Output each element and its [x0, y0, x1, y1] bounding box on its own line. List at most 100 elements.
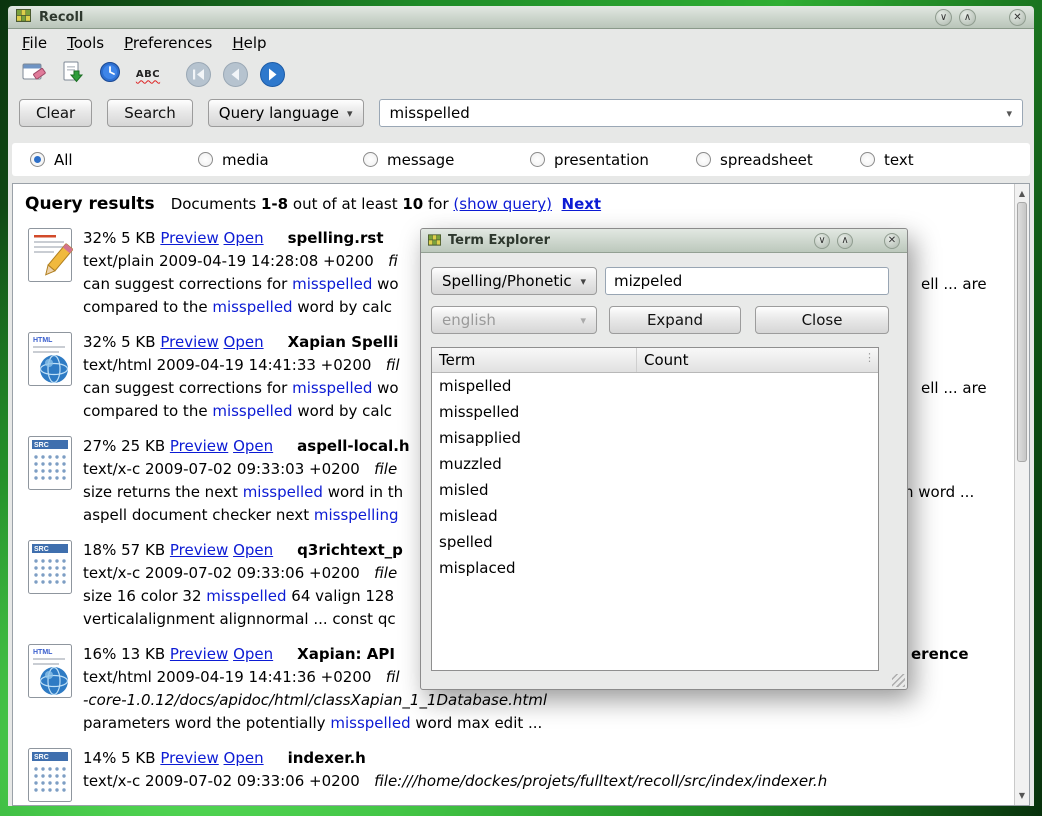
term-row[interactable]: misspelled	[432, 399, 878, 425]
preview-link[interactable]: Preview	[170, 541, 228, 559]
dialog-controls: ∨ ∧ ✕	[814, 233, 900, 249]
search-button[interactable]: Search	[107, 99, 193, 127]
term-column-header[interactable]: Term	[432, 348, 637, 372]
expand-button[interactable]: Expand	[609, 306, 741, 334]
count-cell	[637, 399, 878, 425]
term-input[interactable]: mizpeled	[605, 267, 889, 295]
document-green-arrow-icon	[60, 60, 84, 88]
filter-radio-text[interactable]: text	[860, 143, 914, 176]
preview-link[interactable]: Preview	[170, 645, 228, 663]
snippet-text: word by calc	[293, 298, 392, 316]
scroll-up-button[interactable]: ▲	[1015, 186, 1029, 201]
src-doc-icon: SRC	[25, 435, 83, 527]
open-link[interactable]: Open	[233, 645, 273, 663]
preview-link[interactable]: Preview	[160, 333, 218, 351]
dialog-close-button[interactable]: Close	[755, 306, 889, 334]
open-link[interactable]: Open	[224, 749, 264, 767]
open-link[interactable]: Open	[233, 437, 273, 455]
results-scrollbar[interactable]: ▲ ▼	[1014, 184, 1029, 805]
svg-text:SRC: SRC	[34, 546, 49, 553]
prev-page-button[interactable]	[221, 60, 249, 88]
menu-file[interactable]: File	[22, 34, 47, 52]
unshade-button[interactable]: ∧	[959, 9, 976, 26]
scroll-down-button[interactable]: ▼	[1015, 788, 1029, 803]
snippet-text: size returns the next	[83, 483, 243, 501]
term-row[interactable]: misapplied	[432, 425, 878, 451]
open-link[interactable]: Open	[233, 541, 273, 559]
menu-help[interactable]: Help	[232, 34, 266, 52]
highlighted-term: misspelled	[330, 714, 410, 732]
term-row[interactable]: misled	[432, 477, 878, 503]
highlighted-term: misspelled	[292, 379, 372, 397]
dialog-unshade-button[interactable]: ∧	[837, 233, 853, 249]
first-page-button[interactable]	[184, 60, 212, 88]
snippet-text: word max edit ...	[411, 714, 543, 732]
dialog-close-window-button[interactable]: ✕	[884, 233, 900, 249]
search-input[interactable]: misspelled ▾	[379, 99, 1023, 127]
clear-search-icon	[21, 60, 47, 88]
recoll-app-icon	[16, 8, 31, 26]
count-cell	[637, 503, 878, 529]
recoll-app-icon	[428, 232, 441, 250]
filter-radio-spreadsheet[interactable]: spreadsheet	[696, 143, 813, 176]
window-controls: ∨ ∧ ✕	[935, 9, 1026, 26]
open-link[interactable]: Open	[224, 333, 264, 351]
results-summary: Documents 1-8 out of at least 10 for (sh…	[171, 195, 601, 213]
filter-radio-presentation[interactable]: presentation	[530, 143, 649, 176]
scrollbar-thumb[interactable]	[1017, 202, 1027, 462]
snippet-tail: ell ... are	[921, 377, 987, 400]
result-title: spelling.rst	[288, 229, 384, 247]
radio-icon	[30, 152, 45, 167]
term-explorer-titlebar[interactable]: Term Explorer ∨ ∧ ✕	[421, 229, 907, 253]
term-row[interactable]: spelled	[432, 529, 878, 555]
toolbar: ABC	[8, 57, 1034, 91]
save-search-button[interactable]	[58, 60, 86, 88]
result-title-tail: erence	[911, 643, 969, 666]
src-doc-icon: SRC	[25, 539, 83, 631]
query-language-combo[interactable]: Query language ▾	[208, 99, 364, 127]
filter-radio-all[interactable]: All	[30, 143, 73, 176]
radio-icon	[198, 152, 213, 167]
filter-label: text	[884, 151, 914, 169]
term-explorer-button[interactable]: ABC	[134, 60, 162, 88]
term-row[interactable]: misplaced	[432, 555, 878, 581]
shade-button[interactable]: ∨	[935, 9, 952, 26]
stemming-language-combo[interactable]: english ▾	[431, 306, 597, 334]
clear-search-button[interactable]	[20, 60, 48, 88]
category-filter-strip: All media message presentation spreadsheet te…	[12, 143, 1030, 176]
summary-middle: out of at least	[293, 195, 398, 213]
close-button[interactable]: ✕	[1009, 9, 1026, 26]
filter-radio-message[interactable]: message	[363, 143, 454, 176]
clear-button[interactable]: Clear	[19, 99, 92, 127]
count-column-header[interactable]: Count	[637, 351, 878, 369]
term-row[interactable]: muzzled	[432, 451, 878, 477]
snippet-tail: ell ... are	[921, 273, 987, 296]
term-row[interactable]: mislead	[432, 503, 878, 529]
snippet-text: wo	[372, 379, 398, 397]
resize-grip[interactable]	[892, 674, 905, 687]
history-button[interactable]	[96, 60, 124, 88]
result-relevance: 32%	[83, 229, 116, 247]
show-query-link[interactable]: (show query)	[453, 195, 552, 213]
menu-tools[interactable]: Tools	[67, 34, 104, 52]
dialog-shade-button[interactable]: ∨	[814, 233, 830, 249]
src-doc-icon: SRC	[25, 747, 83, 805]
term-row[interactable]: mispelled	[432, 373, 878, 399]
svg-text:SRC: SRC	[34, 754, 49, 761]
filter-radio-media[interactable]: media	[198, 143, 269, 176]
summary-prefix: Documents	[171, 195, 257, 213]
preview-link[interactable]: Preview	[160, 749, 218, 767]
open-link[interactable]: Open	[224, 229, 264, 247]
next-page-link[interactable]: Next	[562, 195, 602, 213]
term-match-type-combo[interactable]: Spelling/Phonetic ▾	[431, 267, 597, 295]
clock-icon	[98, 60, 122, 88]
result-size: 13 KB	[121, 645, 165, 663]
svg-text:HTML: HTML	[33, 337, 53, 344]
preview-link[interactable]: Preview	[160, 229, 218, 247]
result-title: indexer.h	[288, 749, 366, 767]
preview-link[interactable]: Preview	[170, 437, 228, 455]
menu-preferences[interactable]: Preferences	[124, 34, 212, 52]
next-page-button[interactable]	[258, 60, 286, 88]
radio-icon	[696, 152, 711, 167]
window-titlebar[interactable]: Recoll ∨ ∧ ✕	[8, 6, 1034, 29]
